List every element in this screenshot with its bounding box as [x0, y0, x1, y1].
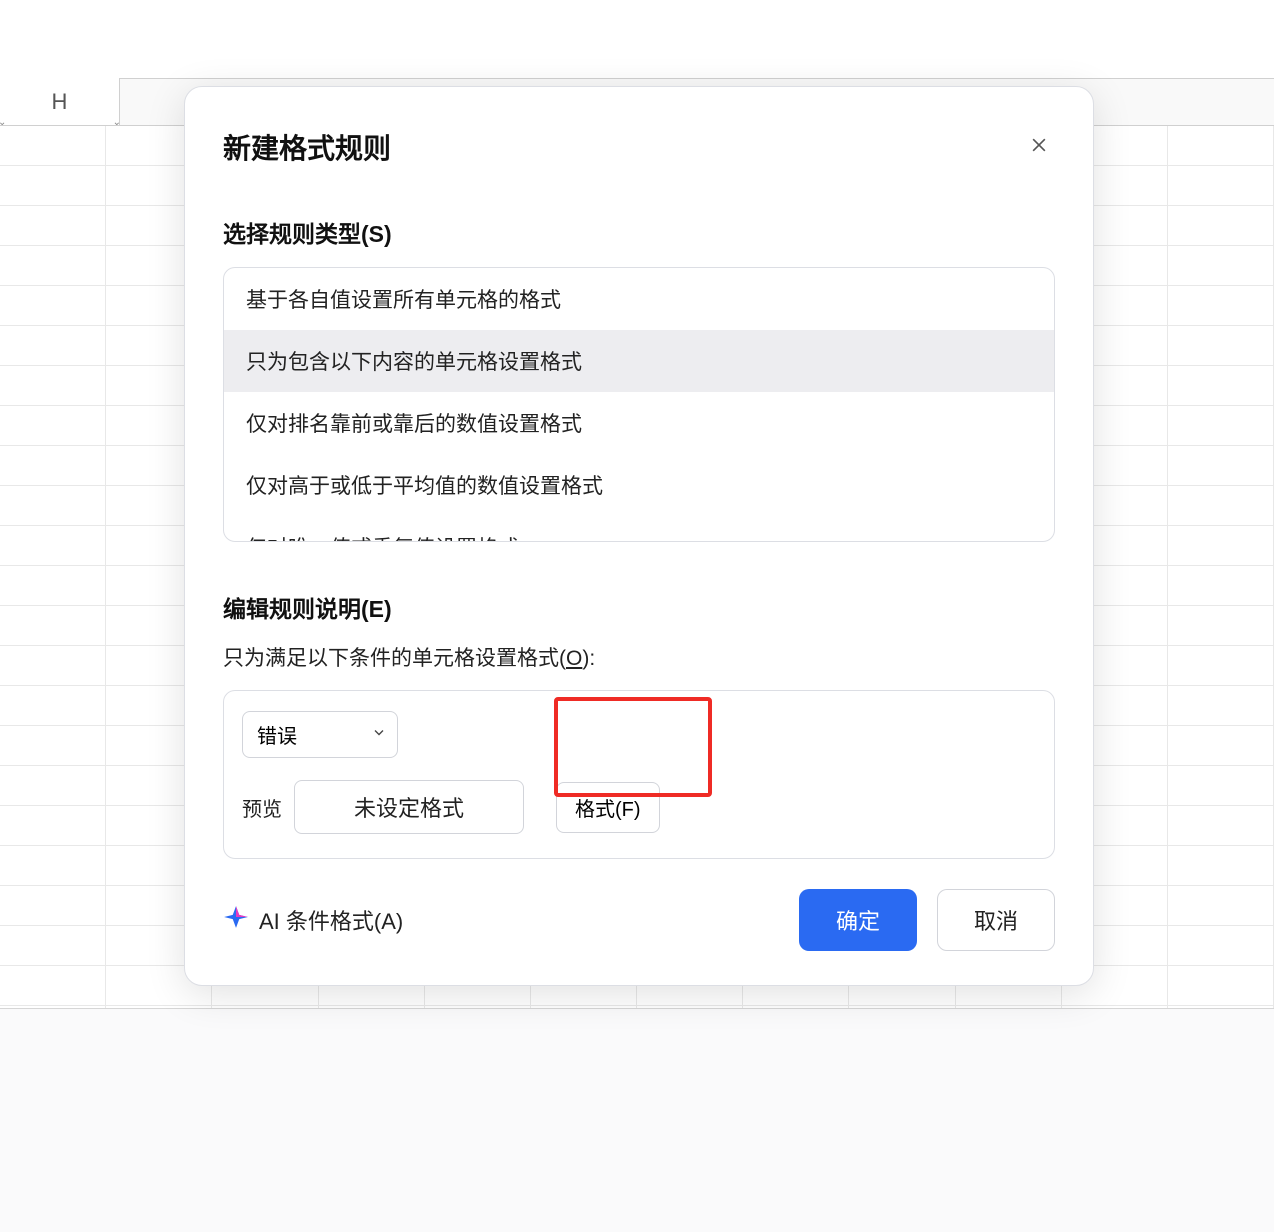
grid-cell[interactable] — [1168, 726, 1274, 765]
format-button-label: 格式(F) — [575, 799, 641, 821]
grid-cell[interactable] — [0, 886, 106, 925]
edit-rule-box: 错误 预览 未设定格式 格式(F) — [223, 690, 1055, 859]
grid-cell[interactable] — [1168, 446, 1274, 485]
grid-cell[interactable] — [0, 526, 106, 565]
condition-dropdown[interactable]: 错误 — [242, 711, 398, 758]
grid-cell[interactable] — [0, 846, 106, 885]
grid-cell[interactable] — [1168, 126, 1274, 165]
cancel-button-label: 取消 — [974, 909, 1018, 934]
rule-type-list: 基于各自值设置所有单元格的格式 只为包含以下内容的单元格设置格式 仅对排名靠前或… — [223, 267, 1055, 542]
close-icon — [1029, 135, 1049, 160]
rule-type-item[interactable]: 仅对排名靠前或靠后的数值设置格式 — [224, 392, 1054, 454]
grid-cell[interactable] — [1168, 966, 1274, 1005]
ai-format-link[interactable]: AI 条件格式(A) — [223, 904, 403, 936]
condition-label: 只为满足以下条件的单元格设置格式(O): — [223, 642, 1055, 672]
grid-cell[interactable] — [0, 166, 106, 205]
grid-cell[interactable] — [0, 926, 106, 965]
grid-cell[interactable] — [1168, 526, 1274, 565]
ai-format-label: AI 条件格式(A) — [259, 904, 403, 936]
grid-cell[interactable] — [0, 486, 106, 525]
grid-cell[interactable] — [0, 606, 106, 645]
grid-cell[interactable] — [1168, 206, 1274, 245]
grid-cell[interactable] — [0, 246, 106, 285]
rule-type-item[interactable]: 仅对高于或低于平均值的数值设置格式 — [224, 454, 1054, 516]
condition-label-underline: O — [566, 647, 582, 670]
bottom-panel — [0, 1008, 1274, 1232]
grid-cell[interactable] — [1168, 166, 1274, 205]
grid-cell[interactable] — [1168, 486, 1274, 525]
grid-cell[interactable] — [0, 126, 106, 165]
grid-cell[interactable] — [0, 326, 106, 365]
grid-cell[interactable] — [0, 686, 106, 725]
rule-type-item[interactable]: 基于各自值设置所有单元格的格式 — [224, 268, 1054, 330]
dialog-header: 新建格式规则 — [223, 127, 1055, 167]
grid-cell[interactable] — [0, 766, 106, 805]
condition-label-prefix: 只为满足以下条件的单元格设置格式( — [223, 647, 566, 670]
grid-cell[interactable] — [0, 286, 106, 325]
grid-cell[interactable] — [1168, 646, 1274, 685]
grid-cell[interactable] — [0, 646, 106, 685]
rule-type-item[interactable]: 只为包含以下内容的单元格设置格式 — [224, 330, 1054, 392]
grid-cell[interactable] — [0, 806, 106, 845]
grid-cell[interactable] — [1168, 286, 1274, 325]
format-button[interactable]: 格式(F) — [556, 782, 660, 833]
grid-cell[interactable] — [0, 726, 106, 765]
grid-cell[interactable] — [0, 566, 106, 605]
grid-cell[interactable] — [1168, 406, 1274, 445]
ok-button-label: 确定 — [836, 909, 880, 934]
grid-cell[interactable] — [0, 966, 106, 1005]
dropdown-value: 错误 — [257, 726, 297, 748]
grid-cell[interactable] — [1168, 366, 1274, 405]
ok-button[interactable]: 确定 — [799, 889, 917, 951]
edit-rule-section-label: 编辑规则说明(E) — [223, 590, 1055, 624]
grid-cell[interactable] — [1168, 846, 1274, 885]
grid-cell[interactable] — [1168, 326, 1274, 365]
preview-label: 预览 — [242, 793, 282, 822]
grid-cell[interactable] — [1168, 806, 1274, 845]
grid-cell[interactable] — [0, 446, 106, 485]
grid-cell[interactable] — [1168, 926, 1274, 965]
close-button[interactable] — [1023, 131, 1055, 163]
grid-cell[interactable] — [0, 206, 106, 245]
preview-value-box: 未设定格式 — [294, 780, 524, 834]
dialog-footer: AI 条件格式(A) 确定 取消 — [223, 859, 1055, 951]
preview-value: 未设定格式 — [354, 796, 464, 821]
column-header-h[interactable]: H ⌄ ⌄ — [0, 78, 120, 125]
grid-cell[interactable] — [0, 366, 106, 405]
grid-cell[interactable] — [1168, 886, 1274, 925]
footer-buttons: 确定 取消 — [799, 889, 1055, 951]
dialog-title: 新建格式规则 — [223, 127, 391, 167]
grid-cell[interactable] — [0, 406, 106, 445]
grid-cell[interactable] — [1168, 246, 1274, 285]
preview-row: 预览 未设定格式 格式(F) — [242, 780, 1036, 834]
column-header-label: H — [52, 89, 68, 115]
rule-type-item[interactable]: 仅对唯一值或重复值设置格式 — [224, 516, 1054, 542]
grid-cell[interactable] — [1168, 606, 1274, 645]
cancel-button[interactable]: 取消 — [937, 889, 1055, 951]
chevron-down-icon — [371, 723, 387, 746]
new-format-rule-dialog: 新建格式规则 选择规则类型(S) 基于各自值设置所有单元格的格式 只为包含以下内… — [184, 86, 1094, 986]
grid-cell[interactable] — [1168, 686, 1274, 725]
grid-cell[interactable] — [1168, 566, 1274, 605]
grid-cell[interactable] — [1168, 766, 1274, 805]
rule-type-section-label: 选择规则类型(S) — [223, 215, 1055, 249]
ai-sparkle-icon — [223, 904, 249, 936]
condition-label-suffix: ): — [582, 647, 595, 670]
condition-row: 错误 — [242, 711, 1036, 758]
